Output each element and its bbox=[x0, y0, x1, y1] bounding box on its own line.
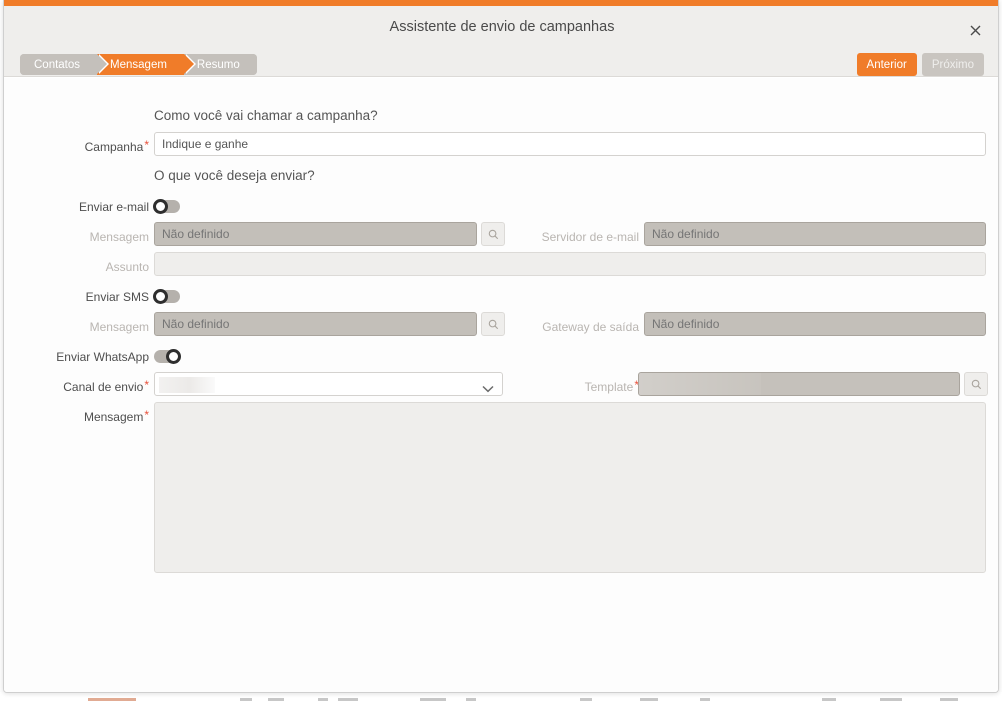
step-label: Resumo bbox=[196, 58, 240, 71]
channel-label-wrap: Canal de envio* bbox=[9, 375, 149, 399]
next-button: Próximo bbox=[921, 53, 984, 76]
campaign-name-section-title: Como você vai chamar a campanha? bbox=[154, 108, 378, 123]
channel-required-mark: * bbox=[144, 378, 149, 392]
toggle-knob bbox=[166, 348, 181, 364]
template-label: Template bbox=[584, 380, 634, 394]
channel-label: Canal de envio bbox=[63, 380, 144, 394]
email-subject-label-wrap: Assunto bbox=[9, 255, 149, 279]
wizard-nav-buttons: Anterior Próximo bbox=[856, 53, 984, 76]
whatsapp-message-label-wrap: Mensagem* bbox=[9, 405, 149, 429]
toggle-knob bbox=[153, 288, 168, 304]
modal-header: Assistente de envio de campanhas Contato… bbox=[4, 6, 998, 77]
background-page-strip bbox=[0, 692, 1002, 701]
campaign-label: Campanha bbox=[84, 140, 144, 154]
template-input[interactable] bbox=[638, 372, 960, 396]
email-toggle-label: Enviar e-mail bbox=[78, 200, 149, 214]
whatsapp-message-textarea[interactable] bbox=[154, 402, 986, 573]
email-toggle-label-wrap: Enviar e-mail bbox=[9, 195, 149, 219]
whatsapp-message-required-mark: * bbox=[144, 408, 149, 422]
channel-select-skeleton bbox=[159, 377, 215, 393]
step-contatos[interactable]: Contatos bbox=[20, 54, 110, 75]
modal-title: Assistente de envio de campanhas bbox=[389, 19, 615, 35]
wizard-steps: Contatos Mensagem Resumo bbox=[20, 54, 257, 75]
template-label-wrap: Template* bbox=[399, 375, 639, 399]
close-icon[interactable] bbox=[964, 19, 986, 41]
background-page-fragments bbox=[0, 692, 1002, 701]
email-toggle[interactable] bbox=[153, 198, 180, 214]
email-server-label: Servidor de e-mail bbox=[541, 230, 639, 244]
sms-message-label-wrap: Mensagem bbox=[9, 315, 149, 339]
sms-toggle[interactable] bbox=[153, 288, 180, 304]
toggle-knob bbox=[153, 198, 168, 214]
whatsapp-toggle-label: Enviar WhatsApp bbox=[56, 350, 149, 364]
whatsapp-toggle-label-wrap: Enviar WhatsApp bbox=[9, 345, 149, 369]
step-label: Contatos bbox=[34, 58, 81, 71]
step-mensagem[interactable]: Mensagem bbox=[97, 54, 196, 75]
sms-gateway-label: Gateway de saída bbox=[542, 320, 639, 334]
email-server-input bbox=[644, 222, 986, 246]
sms-gateway-label-wrap: Gateway de saída bbox=[399, 315, 639, 339]
step-divider-arrow bbox=[183, 54, 194, 74]
email-subject-label: Assunto bbox=[105, 260, 149, 274]
sms-gateway-input bbox=[644, 312, 986, 336]
campaign-name-input[interactable] bbox=[154, 132, 986, 156]
whatsapp-message-label: Mensagem bbox=[83, 410, 144, 424]
step-label: Mensagem bbox=[110, 58, 167, 71]
screen: Assistente de envio de campanhas Contato… bbox=[0, 0, 1002, 701]
sms-toggle-label: Enviar SMS bbox=[85, 290, 149, 304]
campaign-label-wrap: Campanha* bbox=[9, 135, 149, 159]
modal-body: Como você vai chamar a campanha? Campanh… bbox=[4, 78, 998, 692]
sms-toggle-label-wrap: Enviar SMS bbox=[9, 285, 149, 309]
whatsapp-toggle[interactable] bbox=[154, 348, 181, 364]
email-message-label: Mensagem bbox=[89, 230, 149, 244]
previous-button[interactable]: Anterior bbox=[856, 53, 917, 76]
campaign-required-mark: * bbox=[144, 138, 149, 152]
email-subject-input bbox=[154, 252, 986, 276]
step-divider-arrow bbox=[97, 54, 108, 74]
campaign-wizard-modal: Assistente de envio de campanhas Contato… bbox=[3, 0, 999, 693]
email-message-label-wrap: Mensagem bbox=[9, 225, 149, 249]
send-section-title: O que você deseja enviar? bbox=[154, 168, 315, 183]
email-server-label-wrap: Servidor de e-mail bbox=[399, 225, 639, 249]
template-search-icon[interactable] bbox=[964, 372, 988, 396]
sms-message-label: Mensagem bbox=[89, 320, 149, 334]
